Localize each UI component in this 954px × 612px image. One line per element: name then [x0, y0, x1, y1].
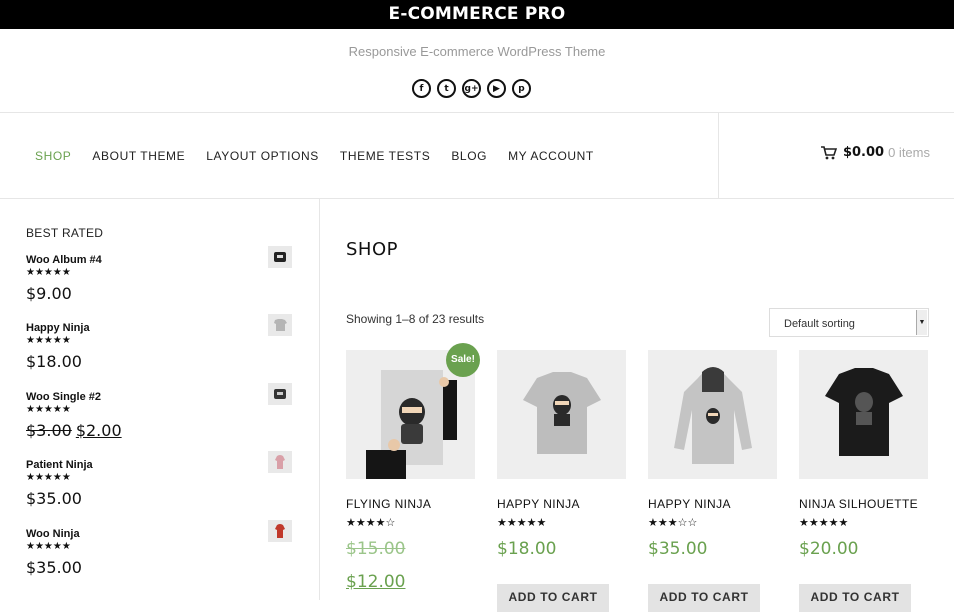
old-price: $15.00: [346, 539, 406, 559]
cart-divider: [718, 113, 719, 198]
social-links: f t g+ ▶ p: [412, 79, 531, 98]
star-rating: ★★★★★: [26, 404, 71, 415]
product-link[interactable]: Woo Single #2: [26, 391, 101, 403]
star-rating: ★★★★★: [26, 472, 71, 483]
product-image[interactable]: [497, 350, 626, 479]
site-tagline: Responsive E-commerce WordPress Theme: [348, 44, 606, 59]
product-image[interactable]: [648, 350, 777, 479]
chevron-down-icon[interactable]: ▼: [916, 310, 927, 335]
add-to-cart-button[interactable]: ADD TO CART: [497, 584, 609, 612]
product-name[interactable]: HAPPY NINJA: [497, 497, 580, 511]
product-name[interactable]: NINJA SILHOUETTE: [799, 497, 918, 511]
add-to-cart-button[interactable]: ADD TO CART: [648, 584, 760, 612]
product-name[interactable]: HAPPY NINJA: [648, 497, 731, 511]
youtube-icon[interactable]: ▶: [487, 79, 506, 98]
star-rating: ★★★★★: [26, 335, 71, 346]
result-count: Showing 1–8 of 23 results: [346, 312, 485, 326]
product-card: HAPPY NINJA ★★★★★ $18.00 ADD TO CART: [497, 350, 626, 612]
nav-item-layout-options[interactable]: LAYOUT OPTIONS: [206, 149, 319, 163]
nav-item-shop[interactable]: SHOP: [35, 149, 71, 163]
sidebar-divider: [319, 199, 320, 600]
product-price: $35.00: [648, 539, 708, 559]
star-rating: ★★★★★: [497, 517, 547, 529]
list-item: Woo Single #2 ★★★★★ $3.00 $2.00: [26, 383, 292, 459]
nav-item-theme-tests[interactable]: THEME TESTS: [340, 149, 430, 163]
product-thumbnail[interactable]: [268, 520, 292, 542]
sort-select-value: Default sorting: [784, 318, 855, 330]
nav-divider: [0, 198, 954, 199]
product-link[interactable]: Happy Ninja: [26, 322, 90, 334]
add-to-cart-button[interactable]: ADD TO CART: [799, 584, 911, 612]
product-card: HAPPY NINJA ★★★☆☆ $35.00 ADD TO CART: [648, 350, 777, 612]
main-nav: SHOP ABOUT THEME LAYOUT OPTIONS THEME TE…: [35, 149, 594, 163]
facebook-icon[interactable]: f: [412, 79, 431, 98]
star-rating: ★★★★★: [26, 267, 71, 278]
site-title[interactable]: E-COMMERCE PRO: [0, 4, 954, 24]
pinterest-icon[interactable]: p: [512, 79, 531, 98]
cart-icon: [820, 145, 837, 159]
google-plus-icon[interactable]: g+: [462, 79, 481, 98]
sale-price: $12.00: [346, 572, 406, 592]
product-price: $35.00: [26, 489, 82, 508]
sale-badge: Sale!: [446, 343, 480, 377]
product-thumbnail[interactable]: [268, 314, 292, 336]
old-price: $3.00: [26, 421, 72, 440]
product-thumbnail[interactable]: [268, 383, 292, 405]
product-price: $18.00: [497, 539, 557, 559]
list-item: Happy Ninja ★★★★★ $18.00: [26, 314, 292, 390]
product-thumbnail[interactable]: [268, 451, 292, 473]
list-item: Woo Album #4 ★★★★★ $9.00: [26, 246, 292, 322]
sale-price: $2.00: [75, 421, 122, 440]
star-rating: ★★★★★: [799, 517, 849, 529]
product-image[interactable]: [799, 350, 928, 479]
product-link[interactable]: Patient Ninja: [26, 459, 93, 471]
list-item: Patient Ninja ★★★★★ $35.00: [26, 451, 292, 527]
cart-count: 0 items: [888, 145, 930, 160]
nav-item-blog[interactable]: BLOG: [451, 149, 487, 163]
sidebar-title: BEST RATED: [26, 226, 104, 240]
nav-item-about-theme[interactable]: ABOUT THEME: [92, 149, 185, 163]
nav-item-my-account[interactable]: MY ACCOUNT: [508, 149, 594, 163]
product-price: $35.00: [26, 558, 82, 577]
product-card: NINJA SILHOUETTE ★★★★★ $20.00 ADD TO CAR…: [799, 350, 928, 612]
product-link[interactable]: Woo Ninja: [26, 528, 80, 540]
sort-select[interactable]: Default sorting ▼: [769, 308, 929, 337]
product-link[interactable]: Woo Album #4: [26, 254, 102, 266]
product-thumbnail[interactable]: [268, 246, 292, 268]
product-price: $9.00: [26, 284, 72, 303]
product-price: $3.00 $2.00: [26, 421, 122, 440]
star-rating: ★★★★★: [26, 541, 71, 552]
product-price: $18.00: [26, 352, 82, 371]
page-title: SHOP: [346, 239, 398, 260]
star-rating: ★★★☆☆: [648, 517, 698, 529]
star-rating: ★★★★☆: [346, 517, 396, 529]
twitter-icon[interactable]: t: [437, 79, 456, 98]
header-divider: [0, 112, 954, 113]
list-item: Woo Ninja ★★★★★ $35.00: [26, 520, 292, 596]
top-bar: E-COMMERCE PRO: [0, 0, 954, 29]
product-name[interactable]: FLYING NINJA: [346, 497, 431, 511]
cart-widget[interactable]: $0.00 0 items: [820, 145, 930, 160]
product-price: $20.00: [799, 539, 859, 559]
cart-total: $0.00: [842, 145, 885, 160]
